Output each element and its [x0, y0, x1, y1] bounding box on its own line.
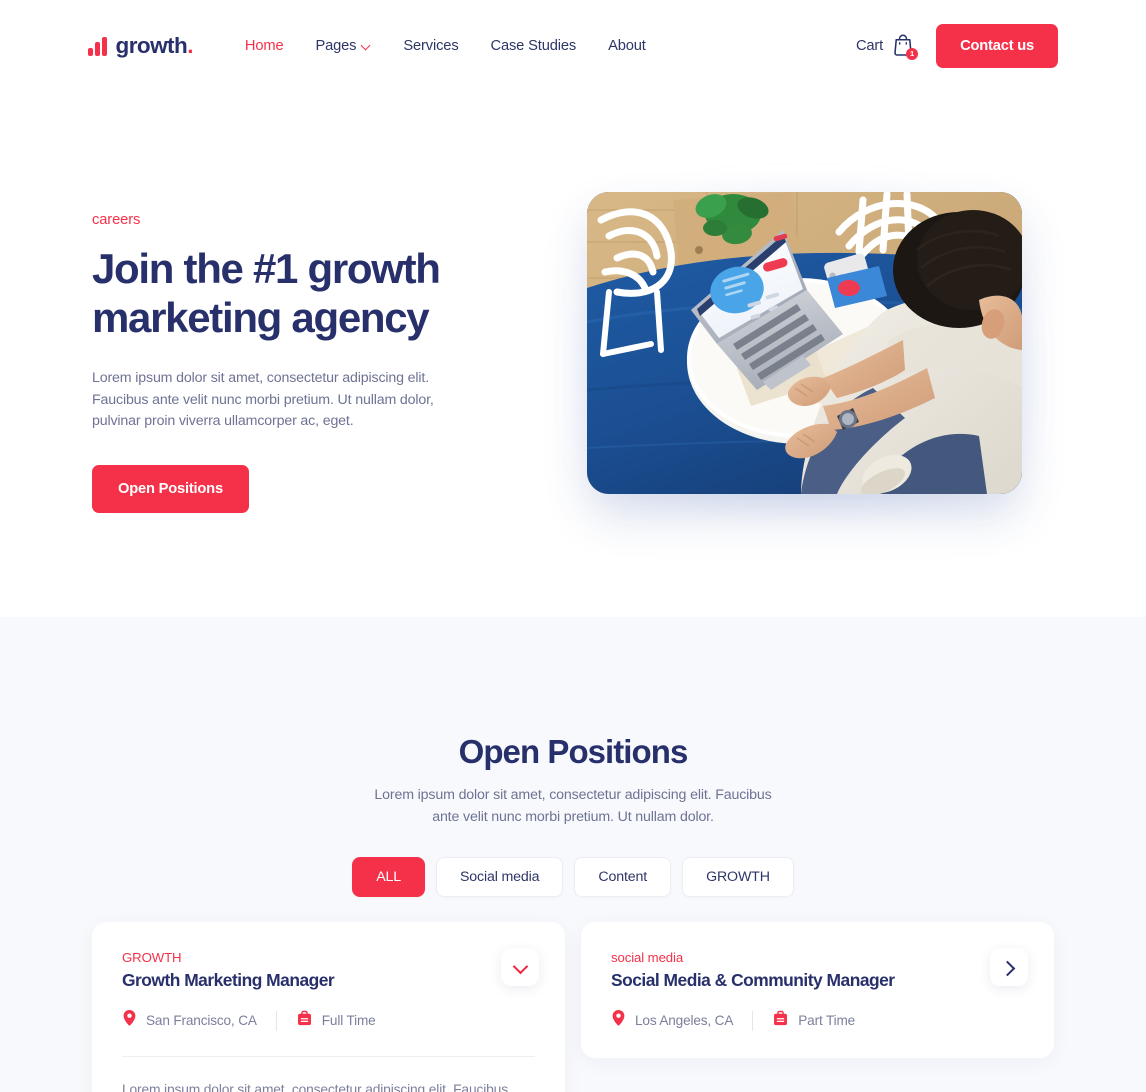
meta-divider [275, 1010, 277, 1031]
page-root: growth. Home Pages Services Case Studies… [0, 0, 1146, 1092]
job-type: Full Time [296, 1010, 376, 1032]
job-filter-tabs: ALL Social media Content GROWTH [0, 857, 1146, 898]
job-card-meta: San Francisco, CA Full Time [122, 1009, 535, 1032]
job-cards-grid: GROWTH Growth Marketing Manager San Fran… [92, 922, 1054, 1092]
cart-label: Cart [855, 38, 884, 54]
hero-subtitle: Lorem ipsum dolor sit amet, consectetur … [92, 370, 434, 430]
section-subtitle: Lorem ipsum dolor sit amet, consectetur … [374, 787, 772, 825]
job-card-divider [122, 1056, 535, 1057]
filter-tab-content[interactable]: Content [574, 857, 672, 898]
nav-item-about[interactable]: About [592, 32, 662, 60]
nav-item-about-label: About [608, 38, 646, 54]
brand-logo[interactable]: growth. [88, 33, 193, 59]
job-location: San Francisco, CA [122, 1009, 257, 1032]
hero-image-wrap [573, 180, 1036, 510]
map-pin-icon [122, 1009, 137, 1032]
hero-inner: careers Join the #1 growth marketing age… [0, 92, 1146, 617]
cart-button[interactable]: Cart 1 [855, 34, 919, 60]
hero-copy: careers Join the #1 growth marketing age… [92, 212, 552, 513]
nav-item-services[interactable]: Services [387, 32, 474, 60]
job-card-description: Lorem ipsum dolor sit amet, consectetur … [122, 1082, 508, 1092]
nav-item-pages[interactable]: Pages [299, 32, 387, 60]
chevron-down-icon [514, 961, 527, 974]
shopping-bag-icon: 1 [892, 34, 919, 60]
briefcase-icon [296, 1010, 313, 1032]
hero-section: careers Join the #1 growth marketing age… [0, 92, 1146, 617]
brand-name-text: growth [115, 33, 188, 58]
hero-image [587, 192, 1022, 494]
cart-count-badge: 1 [906, 48, 919, 60]
filter-tab-all[interactable]: ALL [352, 857, 425, 898]
nav-item-home[interactable]: Home [233, 32, 300, 60]
top-navbar: growth. Home Pages Services Case Studies… [0, 0, 1146, 92]
chevron-right-icon [1003, 961, 1016, 974]
nav-item-pages-label: Pages [315, 38, 357, 54]
nav-item-home-label: Home [244, 38, 284, 54]
job-type-text: Full Time [321, 1013, 376, 1028]
job-location-text: San Francisco, CA [146, 1013, 257, 1028]
open-positions-section: Open Positions Lorem ipsum dolor sit ame… [0, 617, 1146, 1092]
map-pin-icon [611, 1009, 626, 1032]
nav-item-services-label: Services [403, 38, 459, 54]
open-positions-button[interactable]: Open Positions [92, 464, 249, 513]
navbar-right: Cart 1 Contact us [856, 24, 1058, 68]
job-card-title: Social Media & Community Manager [611, 970, 895, 990]
filter-tab-growth[interactable]: GROWTH [682, 857, 794, 898]
hero-title: Join the #1 growth marketing agency [92, 245, 441, 341]
job-card-meta: Los Angeles, CA Part Time [611, 1009, 1024, 1032]
job-type: Part Time [772, 1010, 855, 1032]
brand-name: growth. [115, 33, 194, 59]
nav-links: Home Pages Services Case Studies About [233, 32, 662, 60]
job-card-tag: social media [611, 950, 684, 965]
briefcase-icon [772, 1010, 789, 1032]
job-card-expand-toggle[interactable] [501, 948, 539, 986]
job-card[interactable]: GROWTH Growth Marketing Manager San Fran… [92, 922, 565, 1092]
job-location-text: Los Angeles, CA [635, 1013, 734, 1028]
job-card-title: Growth Marketing Manager [122, 970, 335, 990]
job-card-expand-toggle[interactable] [990, 948, 1028, 986]
brand-dot: . [187, 33, 193, 58]
nav-item-case-studies[interactable]: Case Studies [475, 32, 593, 60]
bar-chart-logo-icon [88, 36, 107, 56]
hero-eyebrow: careers [92, 212, 141, 228]
chevron-down-icon [362, 42, 371, 51]
filter-tab-social-media[interactable]: Social media [435, 857, 564, 898]
job-card-tag: GROWTH [122, 950, 182, 965]
job-type-text: Part Time [798, 1013, 856, 1028]
job-card[interactable]: social media Social Media & Community Ma… [581, 922, 1054, 1058]
contact-us-button[interactable]: Contact us [936, 24, 1058, 68]
job-location: Los Angeles, CA [611, 1009, 733, 1032]
nav-item-case-studies-label: Case Studies [490, 38, 577, 54]
meta-divider [752, 1010, 754, 1031]
section-title: Open Positions [458, 733, 689, 770]
